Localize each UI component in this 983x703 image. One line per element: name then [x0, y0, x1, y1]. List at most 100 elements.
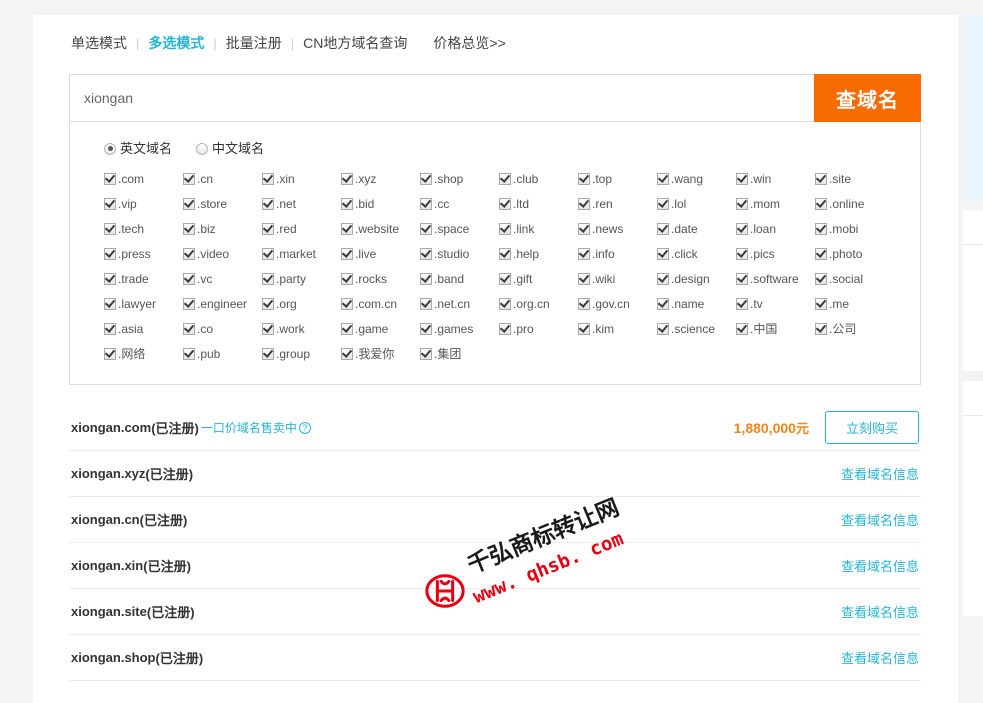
suffix-checkbox-bid[interactable]: .bid	[341, 197, 420, 211]
lang-radio-2[interactable]: 中文域名	[196, 137, 264, 161]
checkbox-icon[interactable]	[815, 172, 827, 185]
suffix-checkbox-live[interactable]: .live	[341, 247, 420, 261]
checkbox-icon[interactable]	[499, 197, 511, 210]
suffix-checkbox-info[interactable]: .info	[578, 247, 657, 261]
suffix-checkbox-press[interactable]: .press	[104, 247, 183, 261]
checkbox-icon[interactable]	[736, 172, 748, 185]
checkbox-icon[interactable]	[183, 172, 195, 185]
checkbox-icon[interactable]	[815, 322, 827, 335]
checkbox-icon[interactable]	[341, 297, 353, 310]
tab-1[interactable]: 单选模式	[71, 33, 127, 53]
checkbox-icon[interactable]	[341, 322, 353, 335]
view-domain-info-link[interactable]: 查看域名信息	[841, 510, 919, 529]
view-domain-info-link[interactable]: 查看域名信息	[841, 464, 919, 483]
checkbox-icon[interactable]	[499, 222, 511, 235]
checkbox-icon[interactable]	[736, 272, 748, 285]
suffix-checkbox-co[interactable]: .co	[183, 322, 262, 336]
tab-2-active[interactable]: 多选模式	[148, 33, 204, 53]
tab-4[interactable]: CN地方域名查询	[303, 33, 407, 53]
suffix-checkbox-social[interactable]: .social	[815, 272, 894, 286]
suffix-checkbox-cn[interactable]: .cn	[183, 172, 262, 186]
checkbox-icon[interactable]	[104, 297, 116, 310]
suffix-checkbox-site[interactable]: .site	[815, 172, 894, 186]
suffix-checkbox-集团[interactable]: .集团	[420, 345, 499, 362]
buy-now-button[interactable]: 立刻购买	[824, 411, 919, 444]
suffix-checkbox-wang[interactable]: .wang	[657, 172, 736, 186]
suffix-checkbox-xin[interactable]: .xin	[262, 172, 341, 186]
suffix-checkbox-ren[interactable]: .ren	[578, 197, 657, 211]
suffix-checkbox-gift[interactable]: .gift	[499, 272, 578, 286]
suffix-checkbox-club[interactable]: .club	[499, 172, 578, 186]
checkbox-icon[interactable]	[815, 222, 827, 235]
checkbox-icon[interactable]	[499, 297, 511, 310]
suffix-checkbox-studio[interactable]: .studio	[420, 247, 499, 261]
checkbox-icon[interactable]	[420, 172, 432, 185]
checkbox-icon[interactable]	[262, 197, 274, 210]
suffix-checkbox-date[interactable]: .date	[657, 222, 736, 236]
checkbox-icon[interactable]	[420, 297, 432, 310]
checkbox-icon[interactable]	[578, 222, 590, 235]
checkbox-icon[interactable]	[815, 297, 827, 310]
suffix-checkbox-design[interactable]: .design	[657, 272, 736, 286]
suffix-checkbox-loan[interactable]: .loan	[736, 222, 815, 236]
checkbox-icon[interactable]	[341, 222, 353, 235]
checkbox-icon[interactable]	[104, 247, 116, 260]
checkbox-icon[interactable]	[736, 222, 748, 235]
checkbox-icon[interactable]	[104, 197, 116, 210]
suffix-checkbox-vc[interactable]: .vc	[183, 272, 262, 286]
suffix-checkbox-space[interactable]: .space	[420, 222, 499, 236]
suffix-checkbox-name[interactable]: .name	[657, 297, 736, 311]
suffix-checkbox-pro[interactable]: .pro	[499, 322, 578, 336]
suffix-checkbox-software[interactable]: .software	[736, 272, 815, 286]
checkbox-icon[interactable]	[341, 197, 353, 210]
suffix-checkbox-video[interactable]: .video	[183, 247, 262, 261]
checkbox-icon[interactable]	[341, 172, 353, 185]
suffix-checkbox-shop[interactable]: .shop	[420, 172, 499, 186]
suffix-checkbox-click[interactable]: .click	[657, 247, 736, 261]
checkbox-icon[interactable]	[815, 272, 827, 285]
suffix-checkbox-games[interactable]: .games	[420, 322, 499, 336]
checkbox-icon[interactable]	[499, 272, 511, 285]
view-domain-info-link[interactable]: 查看域名信息	[841, 648, 919, 667]
checkbox-icon[interactable]	[578, 247, 590, 260]
checkbox-icon[interactable]	[657, 222, 669, 235]
result-sale-note-link[interactable]: 一口价域名售卖中	[201, 419, 297, 436]
checkbox-icon[interactable]	[499, 172, 511, 185]
suffix-checkbox-pics[interactable]: .pics	[736, 247, 815, 261]
checkbox-icon[interactable]	[262, 222, 274, 235]
checkbox-icon[interactable]	[657, 247, 669, 260]
checkbox-icon[interactable]	[657, 297, 669, 310]
suffix-checkbox-net[interactable]: .net	[262, 197, 341, 211]
suffix-checkbox-me[interactable]: .me	[815, 297, 894, 311]
checkbox-icon[interactable]	[578, 322, 590, 335]
suffix-checkbox-ltd[interactable]: .ltd	[499, 197, 578, 211]
checkbox-icon[interactable]	[657, 172, 669, 185]
price-overview-link[interactable]: 价格总览>>	[433, 33, 505, 53]
search-domain-button[interactable]: 查域名	[814, 74, 921, 122]
suffix-checkbox-market[interactable]: .market	[262, 247, 341, 261]
checkbox-icon[interactable]	[420, 322, 432, 335]
checkbox-icon[interactable]	[815, 247, 827, 260]
suffix-checkbox-com[interactable]: .com	[104, 172, 183, 186]
suffix-checkbox-rocks[interactable]: .rocks	[341, 272, 420, 286]
checkbox-icon[interactable]	[262, 247, 274, 260]
suffix-checkbox-work[interactable]: .work	[262, 322, 341, 336]
checkbox-icon[interactable]	[657, 322, 669, 335]
suffix-checkbox-asia[interactable]: .asia	[104, 322, 183, 336]
checkbox-icon[interactable]	[499, 322, 511, 335]
lang-radio-1[interactable]: 英文域名	[104, 137, 172, 161]
suffix-checkbox-com-cn[interactable]: .com.cn	[341, 297, 420, 311]
checkbox-icon[interactable]	[262, 272, 274, 285]
view-domain-info-link[interactable]: 查看域名信息	[841, 556, 919, 575]
checkbox-icon[interactable]	[736, 247, 748, 260]
suffix-checkbox-link[interactable]: .link	[499, 222, 578, 236]
checkbox-icon[interactable]	[736, 297, 748, 310]
checkbox-icon[interactable]	[420, 247, 432, 260]
checkbox-icon[interactable]	[104, 322, 116, 335]
checkbox-icon[interactable]	[341, 347, 353, 360]
checkbox-icon[interactable]	[104, 172, 116, 185]
suffix-checkbox-band[interactable]: .band	[420, 272, 499, 286]
suffix-checkbox-kim[interactable]: .kim	[578, 322, 657, 336]
help-question-icon[interactable]: ?	[298, 421, 311, 434]
checkbox-icon[interactable]	[104, 347, 116, 360]
